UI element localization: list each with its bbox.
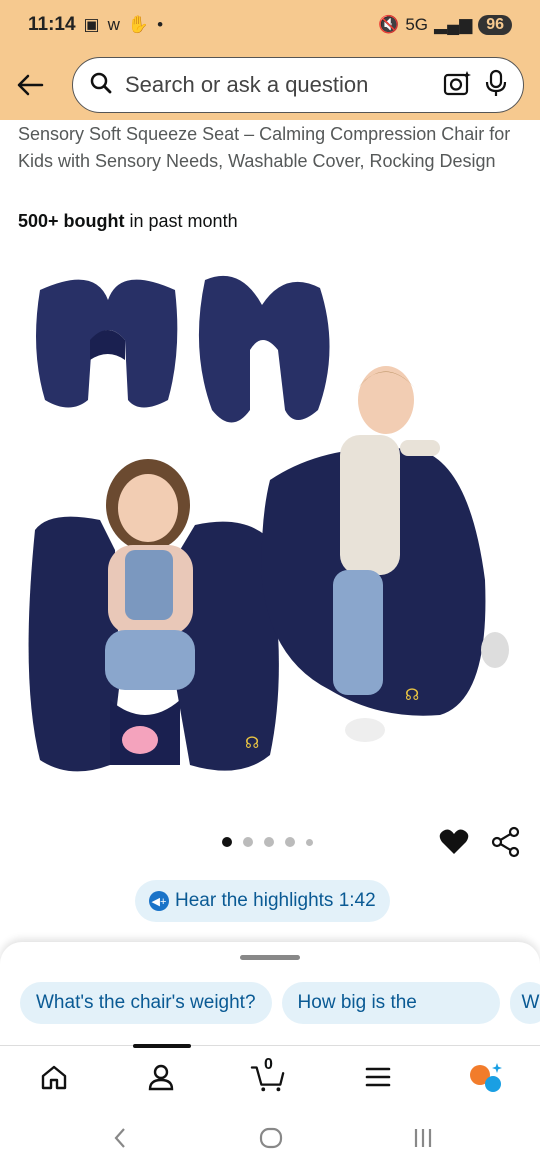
search-placeholder: Search or ask a question (125, 72, 369, 97)
notification-dot-icon: • (157, 15, 164, 34)
bought-rest: in past month (124, 211, 238, 231)
bought-bold: 500+ bought (18, 211, 125, 231)
microphone-icon[interactable] (485, 69, 507, 102)
status-time: 11:14 (28, 14, 76, 35)
home-icon[interactable] (36, 1060, 72, 1094)
account-icon[interactable] (143, 1060, 179, 1094)
system-back-icon[interactable] (105, 1125, 135, 1151)
search-icon (89, 71, 113, 100)
bottom-nav: 0 (0, 1044, 540, 1105)
signal-icon: ▂▄▆ (434, 15, 473, 34)
menu-icon[interactable] (360, 1060, 396, 1094)
nav-active-indicator (133, 1044, 191, 1048)
svg-text:☊: ☊ (245, 733, 259, 752)
carousel-dot-2[interactable] (243, 837, 253, 847)
sheet-drag-handle[interactable] (240, 955, 300, 960)
cart-icon[interactable]: 0 (250, 1056, 286, 1094)
battery-badge: 96 (478, 15, 512, 35)
hand-icon: ✋ (127, 15, 150, 34)
system-nav-bar (0, 1105, 540, 1170)
suggestion-chip[interactable]: How big is the (281, 982, 500, 1024)
suggestion-sheet: What's the chair's weight? How big is th… (0, 942, 540, 1052)
bought-count: 500+ bought in past month (18, 211, 238, 232)
back-arrow-icon[interactable] (16, 71, 44, 99)
w-app-icon: w (107, 15, 120, 34)
cushion-thumbnail-1 (36, 279, 178, 408)
network-label: 5G (405, 15, 428, 34)
svg-text:☊: ☊ (405, 685, 419, 704)
rufus-icon[interactable] (468, 1060, 504, 1094)
system-recents-icon[interactable] (408, 1125, 438, 1151)
status-bar: 11:14 ▣ w ✋ • 🔇 5G ▂▄▆ 96 (0, 0, 540, 50)
suggestion-chip[interactable]: W (509, 982, 540, 1024)
mute-icon: 🔇 (378, 15, 400, 34)
screen-record-icon: ▣ (83, 15, 100, 34)
image-carousel-dots[interactable] (222, 837, 313, 847)
heart-icon[interactable] (438, 826, 470, 858)
system-home-icon[interactable] (256, 1125, 286, 1151)
audio-play-icon: ◀+ (149, 891, 169, 911)
hear-highlights-button[interactable]: ◀+ Hear the highlights 1:42 (135, 880, 390, 922)
share-icon[interactable] (490, 826, 522, 858)
product-image[interactable]: ☊ ☊ (0, 260, 540, 820)
cushion-thumbnail-2 (198, 275, 330, 423)
product-title[interactable]: Sensory Soft Squeeze Seat – Calming Comp… (18, 121, 522, 175)
carousel-dot-1[interactable] (222, 837, 232, 847)
suggestion-chips: What's the chair's weight? How big is th… (20, 982, 540, 1024)
search-input[interactable]: Search or ask a question (72, 57, 524, 113)
hear-highlights-label: Hear the highlights 1:42 (175, 890, 376, 911)
carousel-dot-3[interactable] (264, 837, 274, 847)
carousel-dot-4[interactable] (285, 837, 295, 847)
camera-search-icon[interactable] (443, 69, 473, 102)
suggestion-chip[interactable]: What's the chair's weight? (20, 982, 272, 1024)
cart-count: 0 (264, 1056, 273, 1073)
carousel-dot-5[interactable] (306, 838, 313, 846)
search-header: Search or ask a question (0, 50, 540, 120)
